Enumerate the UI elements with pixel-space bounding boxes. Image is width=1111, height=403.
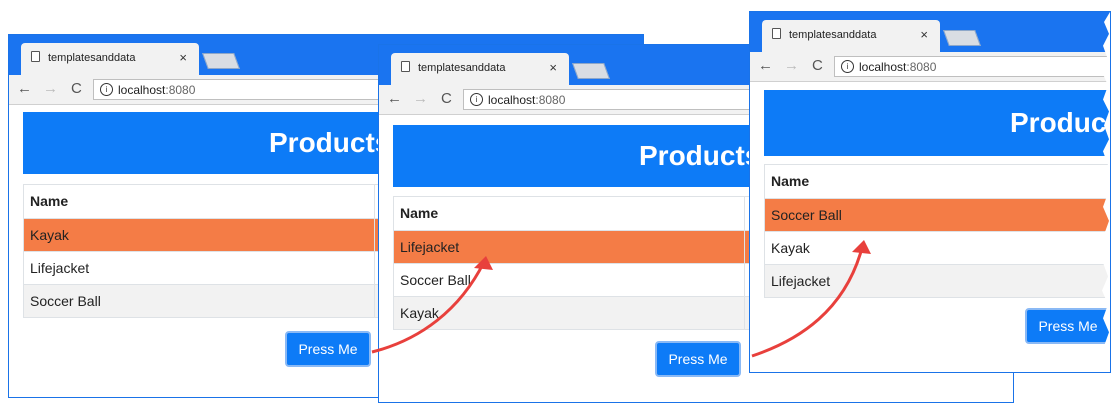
page-title: Products [1010, 107, 1110, 138]
url-text: localhost:8080 [118, 83, 196, 97]
products-table: Name Soccer Ball Kayak Lifejacket [764, 164, 1110, 298]
table-header-row: Name P [394, 197, 762, 230]
table-row: Kayak $ [24, 218, 392, 251]
product-name: Kayak [771, 240, 810, 256]
browser-tab[interactable]: templatesanddata × [391, 53, 569, 85]
new-tab-button[interactable] [943, 30, 981, 46]
products-table: Name P Lifejacket $ Soccer Ball $ Kayak … [393, 196, 763, 330]
products-banner: Products [23, 112, 393, 174]
info-icon[interactable]: i [100, 83, 113, 96]
close-tab-icon[interactable]: × [920, 27, 928, 42]
page-title: Products [639, 140, 761, 171]
table-header-row: Name [765, 165, 1110, 198]
table-row: Soccer Ball $ [24, 284, 392, 317]
url-text: localhost:8080 [859, 60, 937, 74]
table-row: Soccer Ball [765, 198, 1110, 231]
product-name: Lifejacket [400, 239, 460, 255]
reload-icon[interactable]: C [71, 80, 82, 97]
info-icon[interactable]: i [841, 60, 854, 73]
name-column-header: Name [400, 205, 439, 221]
table-row: Lifejacket $ [394, 230, 762, 263]
tab-title: templatesanddata [789, 29, 877, 41]
browser-tab[interactable]: templatesanddata × [21, 43, 199, 75]
name-column-header: Name [771, 173, 810, 189]
close-tab-icon[interactable]: × [549, 60, 557, 75]
table-row: Lifejacket $ [24, 251, 392, 284]
address-bar[interactable]: i localhost:8080 [834, 56, 1110, 77]
page-icon [401, 61, 410, 72]
press-me-button[interactable]: Press Me [1025, 308, 1110, 344]
back-icon[interactable]: ← [17, 80, 32, 97]
product-name: Soccer Ball [771, 207, 842, 223]
torn-edge [1102, 12, 1110, 372]
forward-icon[interactable]: → [784, 57, 799, 74]
product-name: Soccer Ball [30, 293, 101, 309]
products-table: Name P Kayak $ Lifejacket $ Soccer Ball … [23, 184, 393, 318]
page-icon [772, 28, 781, 39]
products-banner: Products [764, 90, 1110, 156]
products-banner: Products [393, 125, 763, 187]
back-icon[interactable]: ← [758, 57, 773, 74]
browser-tab[interactable]: templatesanddata × [762, 20, 940, 52]
forward-icon[interactable]: → [413, 90, 428, 107]
product-name: Lifejacket [771, 273, 831, 289]
reload-icon[interactable]: C [441, 90, 452, 107]
press-me-button[interactable]: Press Me [655, 341, 741, 377]
tab-title: templatesanddata [418, 62, 506, 74]
table-row: Kayak [765, 231, 1110, 264]
press-me-button[interactable]: Press Me [285, 331, 371, 367]
info-icon[interactable]: i [470, 93, 483, 106]
url-text: localhost:8080 [488, 93, 566, 107]
forward-icon[interactable]: → [43, 80, 58, 97]
table-header-row: Name P [24, 185, 392, 218]
name-column-header: Name [30, 193, 69, 209]
product-name: Kayak [400, 305, 439, 321]
reload-icon[interactable]: C [812, 57, 823, 74]
browser-window-3: templatesanddata × ← → C i localhost:808… [749, 11, 1111, 373]
close-tab-icon[interactable]: × [179, 50, 187, 65]
page-title: Products [269, 127, 391, 158]
table-row: Lifejacket [765, 264, 1110, 297]
page-icon [31, 51, 40, 62]
product-name: Soccer Ball [400, 272, 471, 288]
new-tab-button[interactable] [572, 63, 610, 79]
product-name: Lifejacket [30, 260, 90, 276]
table-row: Kayak $ [394, 296, 762, 329]
browser-toolbar: ← → C i localhost:8080 [750, 52, 1110, 82]
tab-title: templatesanddata [48, 52, 136, 64]
product-name: Kayak [30, 227, 69, 243]
new-tab-button[interactable] [202, 53, 240, 69]
back-icon[interactable]: ← [387, 90, 402, 107]
table-row: Soccer Ball $ [394, 263, 762, 296]
